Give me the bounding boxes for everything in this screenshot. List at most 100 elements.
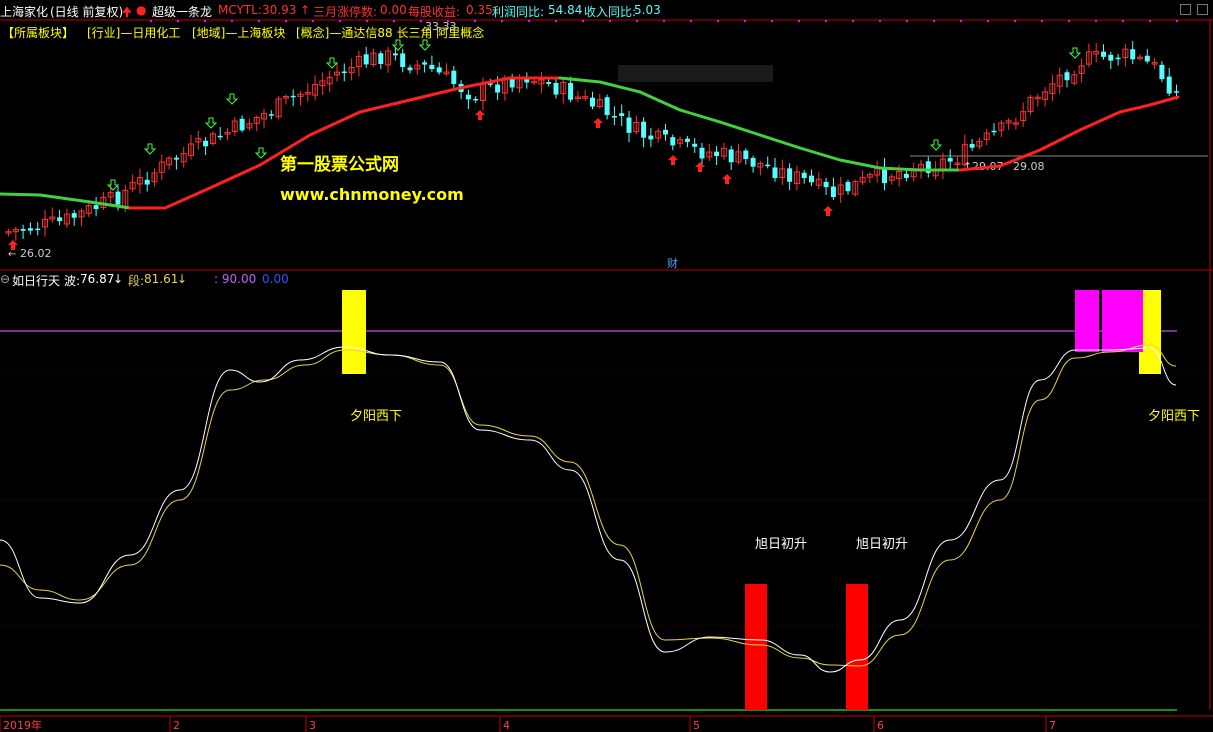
- candle-body: [670, 137, 676, 146]
- candle-body: [553, 82, 559, 95]
- marker-dot: [339, 20, 341, 22]
- marker-dot: [501, 20, 503, 22]
- candle-body: [35, 228, 41, 231]
- candle-body: [969, 144, 975, 148]
- sub-collapse-icon[interactable]: ⊖: [0, 272, 10, 286]
- x-axis-label: 2: [173, 719, 180, 732]
- x-axis: 2019年 2 3 4 5 6 7: [0, 715, 1213, 732]
- sell-arrow-icon: [418, 39, 432, 51]
- segment-line: [0, 344, 1177, 667]
- candle-body: [1166, 76, 1172, 94]
- candle-body: [604, 97, 610, 116]
- candle-body: [991, 130, 997, 133]
- marker-dot: [555, 20, 557, 22]
- finance-marker: 财: [667, 256, 678, 270]
- x-axis-label: 4: [503, 719, 510, 732]
- candle-body: [568, 83, 574, 100]
- marker-dot: [1068, 20, 1070, 22]
- x-axis-label: 2019年: [3, 718, 42, 732]
- candle-body: [495, 84, 501, 93]
- candle-body: [801, 172, 807, 179]
- candle-body: [809, 175, 814, 183]
- wave-arrow-icon: ↓: [113, 272, 124, 286]
- candle-body: [772, 167, 778, 179]
- sell-arrow-icon: [391, 39, 405, 51]
- marker-dot: [312, 20, 314, 22]
- marker-dot: [1122, 20, 1124, 22]
- candle-body: [173, 157, 179, 160]
- sell-arrow-icon: [204, 117, 218, 129]
- sell-arrow-icon: [929, 139, 943, 151]
- candle-body: [830, 186, 836, 198]
- candle-body: [509, 78, 515, 88]
- sub-indicator-name[interactable]: 如日行天: [12, 272, 60, 289]
- ma-segment: [1148, 95, 1180, 107]
- main-chart-frame: [0, 19, 1213, 710]
- marker-dot: [960, 20, 962, 22]
- ma-segment: [163, 186, 212, 210]
- marker-dot: [366, 20, 368, 22]
- ma-segment: [308, 110, 362, 137]
- candle-body: [1108, 54, 1114, 61]
- candle-body: [619, 113, 625, 117]
- candle-body: [27, 228, 33, 231]
- ma-segment: [878, 166, 922, 172]
- candle-body: [728, 149, 734, 163]
- candle-body: [1101, 51, 1106, 57]
- candle-body: [1174, 91, 1179, 93]
- marker-dot: [285, 20, 287, 22]
- candle-body: [714, 151, 720, 157]
- marker-dot: [906, 20, 908, 22]
- sunset-label: 夕阳西下: [350, 409, 402, 424]
- marker-dot: [204, 20, 206, 22]
- ma-segment: [798, 146, 842, 162]
- ma-segment: [838, 158, 882, 170]
- marker-dot: [636, 20, 638, 22]
- candle-body: [590, 97, 595, 107]
- candle-body: [268, 114, 274, 116]
- candle-body: [546, 82, 552, 84]
- ma-segment: [678, 108, 722, 124]
- candle-body: [684, 138, 690, 142]
- buy-arrow-icon: [695, 162, 705, 172]
- ma-segment: [758, 133, 802, 150]
- candle-body: [787, 168, 793, 182]
- segment-value: 81.61: [144, 272, 179, 286]
- signal-labels: 夕阳西下 夕阳西下旭日初升 旭日初升: [350, 409, 1200, 552]
- chart-canvas[interactable]: ←26.0233.33↑29.0729.08财 夕阳西下夕阳西下旭日初升旭日初升…: [0, 0, 1213, 732]
- candle-body: [823, 181, 829, 188]
- sell-arrow-icon: [254, 147, 268, 159]
- ma-segment: [558, 76, 602, 84]
- low-price-label: 26.02: [20, 247, 52, 260]
- candle-body: [71, 213, 77, 218]
- candle-body: [692, 143, 698, 147]
- low-pointer-icon: ←: [8, 249, 16, 260]
- x-axis-label: 3: [309, 719, 316, 732]
- sell-arrow-icon: [325, 57, 339, 69]
- marker-dot: [798, 20, 800, 22]
- candle-body: [144, 179, 150, 185]
- wave-line: [0, 346, 1177, 673]
- candle-body: [473, 98, 479, 101]
- marker-dot: [582, 20, 584, 22]
- marker-dot: [609, 20, 611, 22]
- watermark-url[interactable]: www.chnmoney.com: [280, 185, 464, 204]
- marker-dot: [852, 20, 854, 22]
- candle-body: [422, 62, 428, 65]
- buy-arrow-icon: [722, 174, 732, 184]
- sunrise-bar: [846, 584, 868, 710]
- candle-body: [465, 94, 471, 100]
- sunset-bar: [342, 290, 366, 374]
- candle-body: [93, 205, 99, 210]
- candle-body: [903, 173, 909, 178]
- candle-body: [1064, 72, 1070, 81]
- candle-body: [217, 135, 223, 138]
- marker-dot: [258, 20, 260, 22]
- candle-body: [663, 129, 668, 135]
- candle-body: [641, 121, 647, 138]
- peak-bar: [1102, 290, 1143, 352]
- zero-value: 0.00: [262, 272, 289, 286]
- candle-body: [750, 157, 756, 167]
- candle-body: [290, 95, 296, 98]
- candle-body: [115, 191, 121, 205]
